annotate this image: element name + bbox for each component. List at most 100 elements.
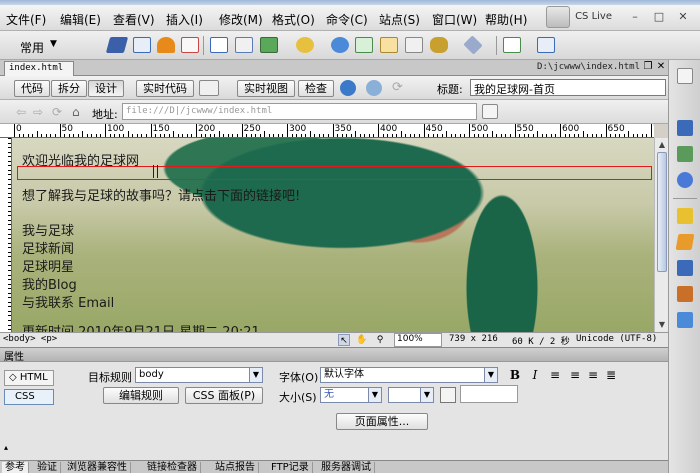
chevron-down-icon[interactable]: ▼	[249, 368, 262, 382]
hyperlink-icon[interactable]	[105, 37, 129, 53]
align-justify-icon[interactable]: ≣	[604, 368, 618, 382]
design-view[interactable]: 欢迎光临我的足球网 想了解我与足球的故事吗？请点击下面的链接吧! 我与足球 足球…	[12, 138, 654, 332]
behaviors-icon[interactable]	[675, 234, 695, 250]
text-color-input[interactable]	[460, 385, 518, 403]
minimize-icon[interactable]: –	[628, 10, 642, 24]
live-view-button[interactable]: 实时视图	[237, 80, 295, 97]
align-left-icon[interactable]: ≡	[548, 368, 562, 382]
inspect-button[interactable]: 检查	[298, 80, 334, 97]
visual-aids-icon[interactable]	[366, 80, 382, 96]
back-arrow-icon[interactable]: ⇦	[16, 105, 26, 119]
files-panel-icon[interactable]	[677, 208, 693, 224]
nav-link-stars[interactable]: 足球明星	[22, 256, 74, 275]
server-include-icon[interactable]	[380, 37, 398, 53]
templates-icon[interactable]	[503, 37, 521, 53]
size-select[interactable]: 无 ▼	[320, 387, 382, 403]
home-icon[interactable]: ⌂	[72, 105, 80, 119]
menu-modify[interactable]: 修改(M)	[219, 11, 263, 28]
tag-selector[interactable]: <body> <p>	[3, 334, 57, 344]
tab-reference[interactable]: 参考	[2, 462, 29, 473]
panel-options-icon[interactable]	[677, 68, 693, 84]
refresh-icon[interactable]: ⟳	[392, 80, 406, 96]
pointer-tool-icon[interactable]: ↖	[338, 334, 350, 346]
chevron-down-icon[interactable]: ▼	[484, 368, 497, 382]
zoom-tool-icon[interactable]: ⚲	[374, 334, 386, 346]
date-icon[interactable]	[331, 37, 349, 53]
css-panel-button[interactable]: CSS 面板(P)	[185, 387, 263, 404]
menu-commands[interactable]: 命令(C)	[326, 11, 368, 28]
nav-link-blog[interactable]: 我的Blog	[22, 274, 77, 293]
menu-edit[interactable]: 编辑(E)	[60, 11, 101, 28]
tab-ftp-log[interactable]: FTP记录	[268, 462, 313, 473]
horizontal-rule-icon[interactable]	[181, 37, 199, 53]
live-code-button[interactable]: 实时代码	[136, 80, 194, 97]
globe-icon[interactable]	[340, 80, 356, 96]
insert-category-label[interactable]: 常用	[20, 39, 44, 56]
menu-insert[interactable]: 插入(I)	[166, 11, 203, 28]
page-properties-button[interactable]: 页面属性...	[336, 413, 428, 430]
properties-header[interactable]: 属性	[0, 347, 668, 363]
size-unit-select[interactable]: ▼	[388, 387, 434, 403]
tab-server-debug[interactable]: 服务器调试	[318, 462, 375, 473]
chevron-down-icon[interactable]: ▼	[50, 39, 57, 49]
scroll-down-icon[interactable]: ▼	[656, 319, 668, 331]
chevron-down-icon[interactable]: ▼	[420, 388, 433, 402]
nav-link-contact[interactable]: 与我联系 Email	[22, 292, 114, 311]
div-icon[interactable]	[235, 37, 253, 53]
tab-validation[interactable]: 验证	[34, 462, 61, 473]
menu-window[interactable]: 窗口(W)	[432, 11, 477, 28]
close-icon[interactable]: ✕	[655, 61, 667, 73]
email-link-icon[interactable]	[133, 37, 151, 53]
vertical-scrollbar[interactable]: ▲ ▼	[654, 138, 668, 332]
head-icon[interactable]	[430, 37, 448, 53]
ap-elements-icon[interactable]	[677, 172, 693, 188]
check-browser-icon[interactable]	[199, 80, 219, 96]
chevron-down-icon[interactable]: ▼	[368, 388, 381, 402]
image-icon[interactable]	[260, 37, 278, 53]
table-icon[interactable]	[210, 37, 228, 53]
live-view-options-icon[interactable]	[482, 104, 498, 119]
menu-file[interactable]: 文件(F)	[6, 11, 46, 28]
menu-help[interactable]: 帮助(H)	[485, 11, 527, 28]
italic-icon[interactable]: I	[528, 368, 542, 382]
document-tab[interactable]: index.html	[4, 61, 74, 76]
snippets-icon[interactable]	[677, 286, 693, 302]
code-view-button[interactable]: 代码	[14, 80, 50, 97]
tab-link-checker[interactable]: 链接检查器	[144, 462, 201, 473]
text-color-swatch[interactable]	[440, 387, 456, 403]
nav-link-news[interactable]: 足球新闻	[22, 238, 74, 257]
zoom-select[interactable]: 100%	[394, 333, 442, 347]
page-intro[interactable]: 想了解我与足球的故事吗？请点击下面的链接吧!	[22, 185, 300, 204]
tag-chooser-icon[interactable]	[537, 37, 555, 53]
collapse-arrow-icon[interactable]: ▴	[4, 444, 12, 452]
title-input[interactable]: 我的足球网-首页	[470, 79, 666, 96]
refresh-icon[interactable]: ⟳	[52, 105, 62, 119]
window-size[interactable]: 739 x 216	[449, 334, 498, 344]
script-icon[interactable]	[463, 35, 483, 55]
assets-icon[interactable]	[677, 260, 693, 276]
tag-inspector-icon[interactable]	[677, 312, 693, 328]
align-right-icon[interactable]: ≡	[586, 368, 600, 382]
tab-site-reports[interactable]: 站点报告	[212, 462, 259, 473]
scroll-up-icon[interactable]: ▲	[656, 139, 668, 151]
font-select[interactable]: 默认字体 ▼	[320, 367, 498, 383]
bold-icon[interactable]: B	[508, 368, 522, 382]
insert-panel-icon[interactable]	[677, 120, 693, 136]
scroll-thumb[interactable]	[657, 152, 667, 272]
named-anchor-icon[interactable]	[157, 37, 175, 53]
calendar-icon[interactable]	[355, 37, 373, 53]
edit-rule-button[interactable]: 编辑规则	[103, 387, 179, 404]
split-view-button[interactable]: 拆分	[51, 80, 87, 97]
address-input[interactable]: file:///D|/jcwww/index.html	[122, 103, 477, 120]
close-icon[interactable]: ✕	[676, 10, 690, 24]
media-icon[interactable]	[296, 37, 314, 53]
cs-live-label[interactable]: CS Live	[575, 11, 612, 22]
css-styles-icon[interactable]	[677, 146, 693, 162]
menu-format[interactable]: 格式(O)	[272, 11, 315, 28]
comment-icon[interactable]	[405, 37, 423, 53]
css-mode-button[interactable]: CSS	[4, 389, 54, 405]
tab-browser-compat[interactable]: 浏览器兼容性	[64, 462, 131, 473]
nav-link-football[interactable]: 我与足球	[22, 220, 74, 239]
restore-icon[interactable]: ❐	[642, 61, 654, 73]
forward-arrow-icon[interactable]: ⇨	[33, 105, 43, 119]
